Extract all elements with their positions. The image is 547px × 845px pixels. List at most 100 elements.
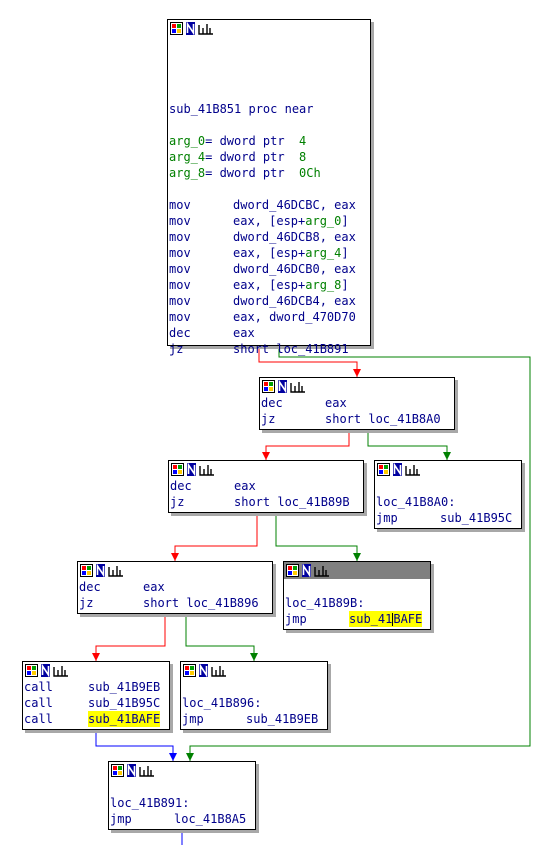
xrefs-icon[interactable] [199, 463, 215, 476]
edge-arrowhead [169, 753, 177, 761]
xrefs-icon[interactable] [290, 380, 306, 393]
block-label[interactable]: loc_41B896: [182, 695, 327, 711]
code-block-loc-41b89b[interactable]: loc_41B89B: jmp sub_41BAFE [283, 561, 431, 630]
rename-icon[interactable] [41, 663, 50, 678]
rename-icon[interactable] [278, 379, 287, 394]
instruction-operand[interactable]: sub_41B9EB [246, 711, 318, 727]
instruction-operand[interactable]: short loc_41B896 [143, 595, 259, 611]
graph-overview-icon[interactable] [111, 764, 124, 777]
graph-overview-icon[interactable] [170, 22, 183, 35]
instruction-mnemonic[interactable]: jmp [376, 510, 440, 526]
rename-icon[interactable] [186, 21, 195, 36]
proc-declaration[interactable]: sub_41B851 proc near [169, 101, 370, 117]
operand-text: dword_46DCB8, eax [233, 230, 356, 244]
xrefs-icon[interactable] [53, 664, 69, 677]
code-block-1[interactable]: dec eax jz short loc_41B8A0 [259, 377, 455, 430]
xrefs-icon[interactable] [139, 764, 155, 777]
rename-icon[interactable] [199, 663, 208, 678]
highlighted-operand[interactable]: sub_41BAFE [349, 611, 423, 627]
flow-edge[interactable] [95, 614, 166, 661]
operand-text: ] [341, 246, 349, 260]
xrefs-icon[interactable] [211, 664, 227, 677]
instruction-line[interactable]: mov eax, [esp+arg_8] [169, 277, 370, 293]
operand-text: eax, dword_470D70 [233, 310, 356, 324]
instruction-operand[interactable]: eax [143, 579, 165, 595]
flow-edge[interactable] [95, 730, 174, 761]
graph-overview-icon[interactable] [25, 664, 38, 677]
instruction-operand[interactable]: sub_41B95C [440, 510, 512, 526]
operand-text: ] [341, 214, 349, 228]
instruction-mnemonic[interactable]: jz [79, 595, 143, 611]
instruction-operand[interactable]: sub_41B9EB [88, 679, 160, 695]
instruction-operand: dword_46DCB8, eax [233, 229, 356, 245]
instruction-line[interactable]: mov eax, [esp+arg_4] [169, 245, 370, 261]
rename-icon[interactable] [393, 462, 402, 477]
block-label[interactable]: loc_41B8A0: [376, 494, 521, 510]
block-label[interactable]: loc_41B891: [110, 795, 255, 811]
instruction-mnemonic: mov [169, 262, 191, 276]
flow-edge[interactable] [275, 513, 358, 561]
instruction-mnemonic[interactable]: jz [261, 411, 325, 427]
graph-overview-icon[interactable] [80, 564, 93, 577]
graph-overview-icon[interactable] [286, 564, 299, 577]
code-block-loc-41b891[interactable]: loc_41B891: jmp loc_41B8A5 [108, 761, 256, 830]
instruction-mnemonic[interactable]: dec [170, 478, 234, 494]
xrefs-icon[interactable] [314, 564, 330, 577]
highlighted-operand[interactable]: sub_41BAFE [88, 711, 161, 727]
code-block-loc-41b896[interactable]: loc_41B896: jmp sub_41B9EB [180, 661, 328, 730]
instruction-operand[interactable]: eax [325, 395, 347, 411]
code-block-loc-41b8a0[interactable]: loc_41B8A0: jmp sub_41B95C [374, 460, 522, 529]
arg-declaration[interactable]: arg_8= dword ptr 0Ch [169, 165, 370, 181]
graph-overview-icon[interactable] [183, 664, 196, 677]
instruction-line[interactable]: mov eax, dword_470D70 [169, 309, 370, 325]
instruction-mnemonic[interactable]: dec [261, 395, 325, 411]
arg-declaration[interactable]: arg_4= dword ptr 8 [169, 149, 370, 165]
flow-edge[interactable] [367, 430, 448, 460]
instruction-operand[interactable]: sub_41B95C [88, 695, 160, 711]
block-header [109, 762, 255, 779]
graph-overview-icon[interactable] [262, 380, 275, 393]
xrefs-icon[interactable] [108, 564, 124, 577]
instruction-line[interactable]: mov dword_46DCB0, eax [169, 261, 370, 277]
instruction-line[interactable]: call sub_41B9EB [24, 679, 169, 695]
arg-declaration[interactable]: arg_0= dword ptr 4 [169, 133, 370, 149]
xrefs-icon[interactable] [405, 463, 421, 476]
operand-text: eax, [esp+ [233, 214, 306, 228]
operand-text: dword_46DCB0, eax [233, 262, 356, 276]
instruction-operand[interactable]: short loc_41B8A0 [325, 411, 441, 427]
rename-icon[interactable] [302, 563, 311, 578]
flow-edge[interactable] [185, 614, 255, 661]
instruction-line[interactable]: mov dword_46DCBC, eax [169, 197, 370, 213]
instruction-line[interactable]: call sub_41B95C [24, 695, 169, 711]
code-block-6[interactable]: call sub_41B9EB call sub_41B95C call sub_41BA… [22, 661, 170, 730]
graph-overview-icon[interactable] [171, 463, 184, 476]
rename-icon[interactable] [127, 763, 136, 778]
instruction-line[interactable]: mov eax, [esp+arg_0] [169, 213, 370, 229]
xrefs-icon[interactable] [198, 22, 214, 35]
instruction-mnemonic[interactable]: jmp [110, 811, 174, 827]
rename-icon[interactable] [96, 563, 105, 578]
graph-overview-icon[interactable] [377, 463, 390, 476]
code-block-2[interactable]: dec eax jz short loc_41B89B [168, 460, 364, 513]
instruction-mnemonic[interactable]: jz [170, 494, 234, 510]
arg-type: = dword ptr [205, 166, 300, 180]
instruction-line[interactable]: mov dword_46DCB8, eax [169, 229, 370, 245]
instruction-line[interactable]: call sub_41BAFE [24, 711, 169, 727]
instruction-mnemonic[interactable]: jmp [285, 611, 349, 627]
arg-name: arg_0 [169, 134, 206, 148]
instruction-line[interactable]: mov dword_46DCB4, eax [169, 293, 370, 309]
flow-edge[interactable] [174, 513, 258, 561]
instruction-operand[interactable]: eax [234, 478, 256, 494]
code-block-4[interactable]: dec eax jz short loc_41B896 [77, 561, 273, 614]
instruction-line[interactable]: dec eax [169, 325, 370, 341]
code-block-sub-41b851[interactable]: sub_41B851 proc near arg_0= dword ptr 4a… [167, 19, 371, 356]
rename-icon[interactable] [187, 462, 196, 477]
instruction-operand[interactable]: short loc_41B89B [234, 494, 350, 510]
block-label[interactable]: loc_41B89B: [285, 595, 430, 611]
flow-edge[interactable] [265, 430, 350, 460]
instruction-mnemonic[interactable]: dec [79, 579, 143, 595]
instruction-operand[interactable]: loc_41B8A5 [174, 811, 246, 827]
instruction-mnemonic[interactable]: jmp [182, 711, 246, 727]
instruction-line[interactable]: jz short loc_41B891 [169, 341, 370, 357]
instruction-mnemonic: dec [169, 326, 191, 340]
